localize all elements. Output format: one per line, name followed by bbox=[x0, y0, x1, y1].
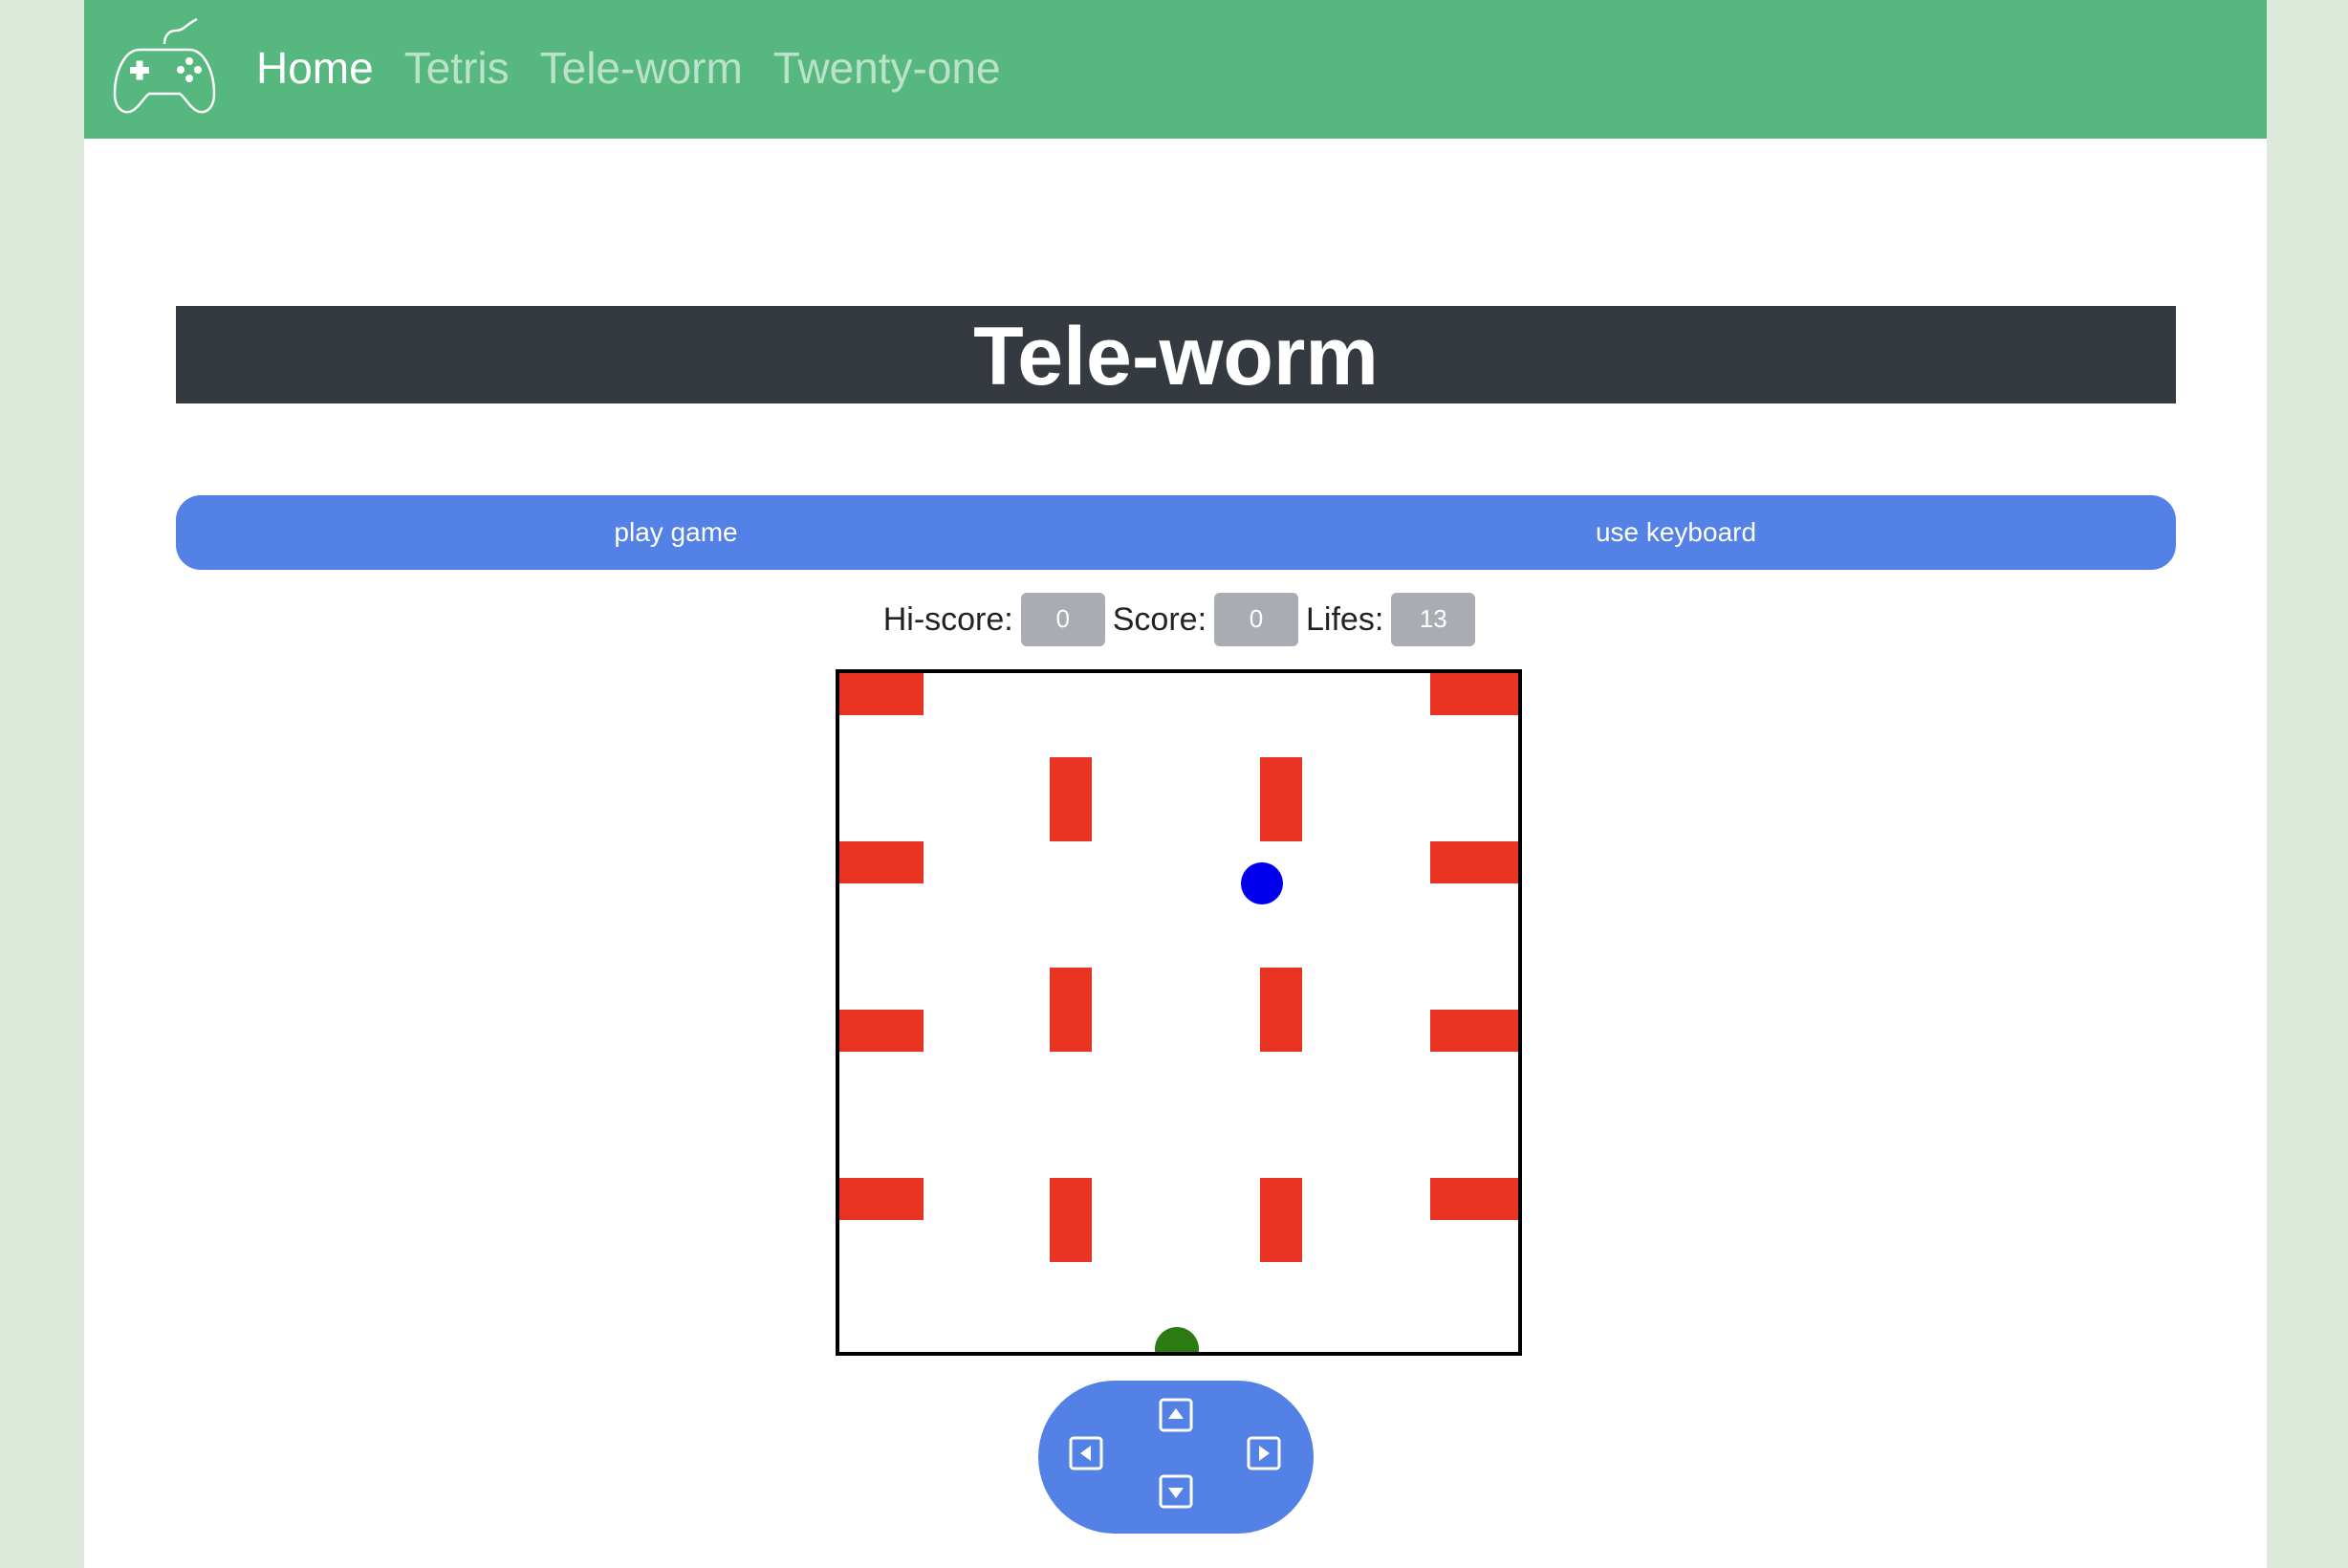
lifes-badge: 13 bbox=[1391, 593, 1476, 646]
wall bbox=[1430, 673, 1518, 715]
page: Home Tetris Tele-worm Twenty-one Tele-wo… bbox=[84, 0, 2267, 1568]
lifes-label: Lifes: bbox=[1306, 601, 1384, 638]
wall bbox=[1260, 1178, 1302, 1262]
page-title: Tele-worm bbox=[176, 306, 2176, 403]
play-game-button[interactable]: play game bbox=[176, 495, 1176, 570]
nav-link-tetris[interactable]: Tetris bbox=[404, 34, 510, 101]
wall bbox=[839, 673, 924, 715]
wall bbox=[1260, 757, 1302, 841]
apple bbox=[1241, 862, 1283, 904]
wall bbox=[839, 1010, 924, 1052]
arrow-down-icon[interactable] bbox=[1159, 1474, 1193, 1509]
wall bbox=[1430, 1178, 1518, 1220]
wall bbox=[1050, 968, 1092, 1052]
game-button-group: play game use keyboard bbox=[176, 495, 2176, 570]
score-label: Score: bbox=[1112, 601, 1207, 638]
nav-link-twenty-one[interactable]: Twenty-one bbox=[773, 34, 1001, 101]
hiscore-label: Hi-score: bbox=[882, 601, 1013, 638]
hiscore-badge: 0 bbox=[1020, 593, 1105, 646]
wall bbox=[1430, 841, 1518, 883]
nav-link-tele-worm[interactable]: Tele-worm bbox=[540, 34, 743, 101]
score-badge: 0 bbox=[1214, 593, 1299, 646]
gamepad-icon[interactable] bbox=[113, 15, 216, 119]
arrow-right-icon[interactable] bbox=[1247, 1436, 1281, 1470]
wall bbox=[839, 1178, 924, 1220]
game-board[interactable] bbox=[836, 669, 1522, 1356]
wall bbox=[1260, 968, 1302, 1052]
worm-head bbox=[1155, 1327, 1199, 1352]
arrow-left-icon[interactable] bbox=[1069, 1436, 1103, 1470]
wall bbox=[839, 841, 924, 883]
nav-links: Home Tetris Tele-worm Twenty-one bbox=[256, 34, 1001, 101]
direction-pad bbox=[1038, 1381, 1314, 1534]
stats-bar: Hi-score: 0 Score: 0 Lifes: 13 bbox=[84, 593, 2267, 646]
wall bbox=[1430, 1010, 1518, 1052]
nav-link-home[interactable]: Home bbox=[256, 34, 374, 101]
use-keyboard-button[interactable]: use keyboard bbox=[1176, 495, 2176, 570]
arrow-up-icon[interactable] bbox=[1159, 1398, 1193, 1432]
wall bbox=[1050, 1178, 1092, 1262]
wall bbox=[1050, 757, 1092, 841]
navbar: Home Tetris Tele-worm Twenty-one bbox=[84, 0, 2267, 139]
